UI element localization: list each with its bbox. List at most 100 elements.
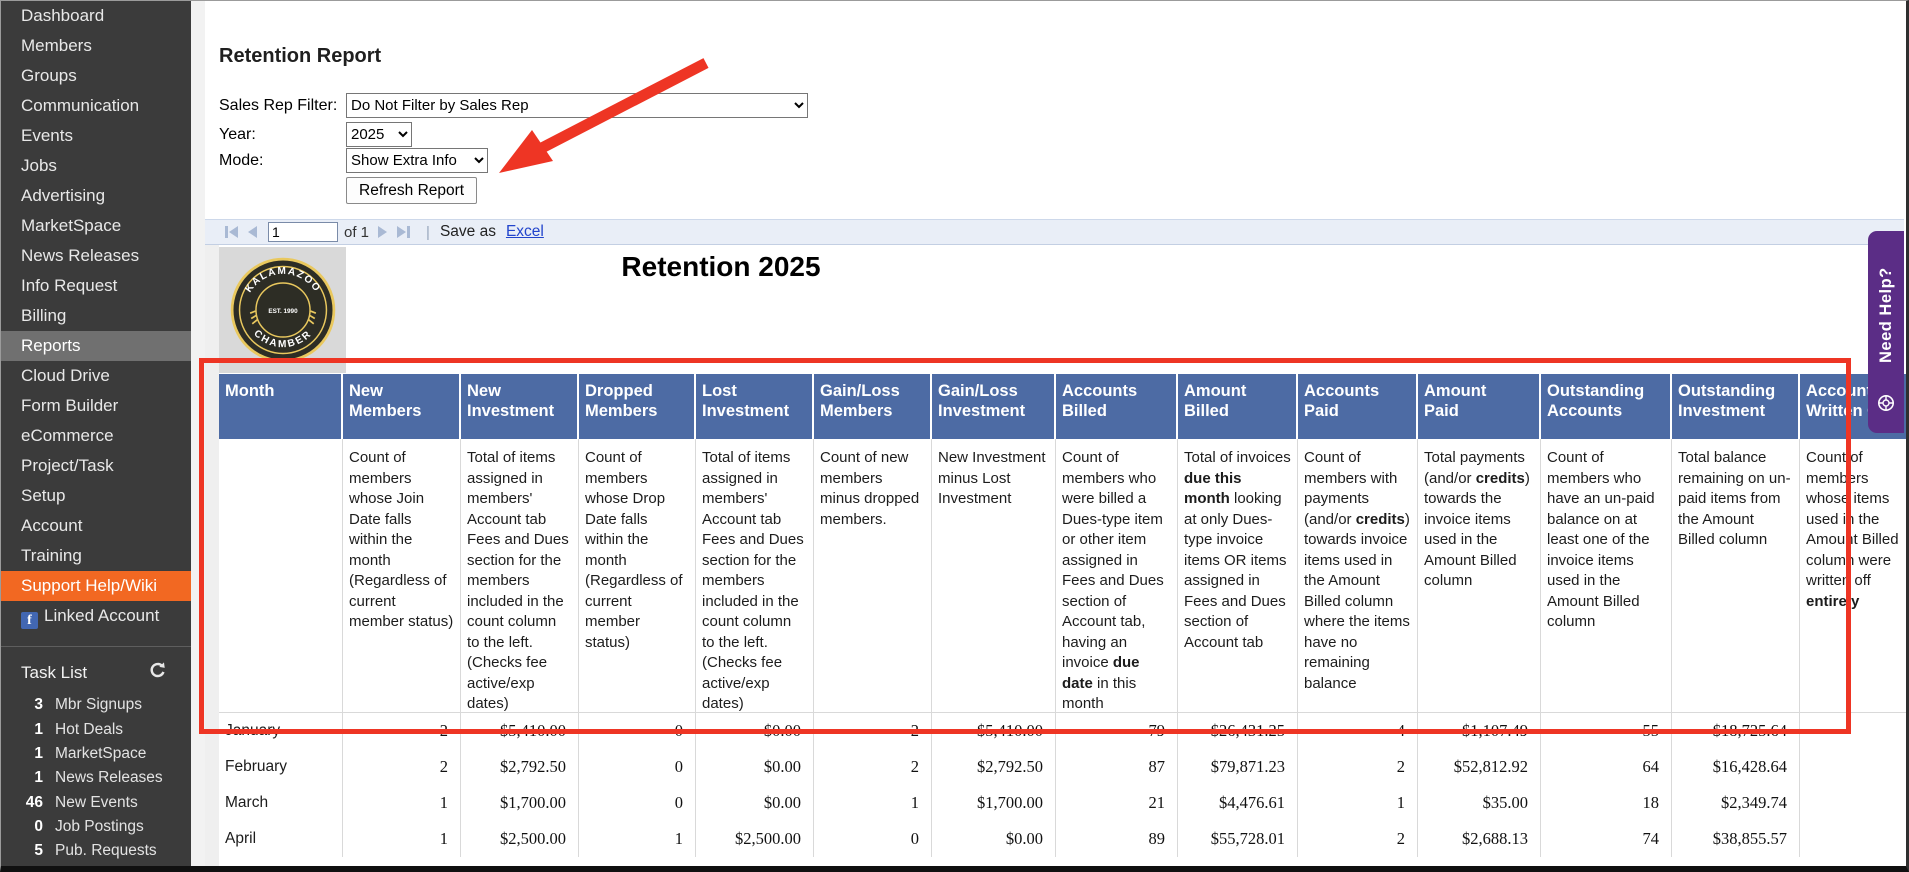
need-help-tab[interactable]: Need Help? (1868, 231, 1904, 433)
value-cell: $0.00 (696, 749, 814, 785)
value-cell: 2 (343, 713, 461, 749)
column-header-outstanding-investment: Outstanding Investment (1672, 374, 1800, 439)
value-cell: $5,410.00 (932, 713, 1056, 749)
sidebar-item-linked-account[interactable]: f Linked Account (1, 601, 191, 634)
value-cell: 2 (814, 749, 932, 785)
task-count: 0 (34, 818, 43, 836)
task-item-new-events[interactable]: 46 New Events (1, 791, 191, 815)
year-filter-select[interactable]: 2025 (346, 122, 412, 147)
prev-page-button[interactable] (248, 226, 257, 238)
help-buoy-icon (1876, 393, 1896, 418)
task-item-pub-requests[interactable]: 5 Pub. Requests (1, 839, 191, 863)
column-description-accounts-billed: Count of members who were billed a Dues-… (1056, 439, 1178, 713)
value-cell: $5,410.00 (461, 713, 579, 749)
toolbar-separator: | (426, 223, 430, 241)
value-cell: $4,476.61 (1178, 785, 1298, 821)
task-label: New Events (55, 793, 138, 811)
refresh-report-button[interactable]: Refresh Report (346, 177, 478, 204)
sidebar-item-form-builder[interactable]: Form Builder (1, 391, 191, 421)
sidebar-item-dashboard[interactable]: Dashboard (1, 1, 191, 31)
save-as-excel-link[interactable]: Excel (506, 223, 544, 241)
page-title: Retention Report (219, 45, 382, 67)
value-cell: $2,500.00 (461, 821, 579, 857)
next-page-button[interactable] (378, 226, 388, 238)
task-count: 46 (25, 793, 43, 811)
need-help-label: Need Help? (1876, 267, 1895, 363)
sidebar-item-news-releases[interactable]: News Releases (1, 241, 191, 271)
value-cell: $35.00 (1418, 785, 1541, 821)
value-cell (1800, 785, 1906, 821)
sales-rep-filter-select[interactable]: Do Not Filter by Sales Rep (346, 93, 808, 118)
mode-filter-label: Mode: (219, 152, 264, 169)
sidebar-item-groups[interactable]: Groups (1, 61, 191, 91)
value-cell: $26,431.25 (1178, 713, 1298, 749)
sidebar-item-billing[interactable]: Billing (1, 301, 191, 331)
value-cell: 1 (814, 785, 932, 821)
month-cell: February (219, 749, 343, 785)
sidebar-item-project-task[interactable]: Project/Task (1, 451, 191, 481)
page-number-input[interactable] (268, 222, 338, 242)
table-header-row: Month New Members New Investment Dropped Me… (219, 374, 1906, 439)
sidebar-item-reports[interactable]: Reports (1, 331, 191, 361)
task-label: Mbr Signups (55, 696, 143, 714)
column-description-accounts-written-off: Count of members whose items used in the… (1800, 439, 1906, 713)
column-description-month (219, 439, 343, 713)
column-header-amount-paid: Amount Paid (1418, 374, 1541, 439)
column-header-new-members: New Members (343, 374, 461, 439)
svg-text:EST. 1990: EST. 1990 (268, 308, 298, 315)
column-description-new-members: Count of members whose Join Date falls w… (343, 439, 461, 713)
value-cell: 1 (343, 821, 461, 857)
sidebar-item-account[interactable]: Account (1, 511, 191, 541)
sidebar-item-marketspace[interactable]: MarketSpace (1, 211, 191, 241)
column-header-outstanding-accounts: Outstanding Accounts (1541, 374, 1672, 439)
value-cell: $38,855.57 (1672, 821, 1800, 857)
task-item-hot-deals[interactable]: 1 Hot Deals (1, 717, 191, 741)
value-cell: $55,728.01 (1178, 821, 1298, 857)
value-cell: 0 (579, 785, 696, 821)
table-row-january: January 2 $5,410.00 0 $0.00 2 $5,410.00 79 $26,4… (219, 713, 1906, 749)
task-label: Hot Deals (55, 720, 124, 738)
value-cell: $1,700.00 (932, 785, 1056, 821)
first-page-button[interactable] (224, 226, 238, 238)
column-description-dropped-members: Count of members whose Drop Date falls w… (579, 439, 696, 713)
report-logo-box: KALAMAZOO CHAMBER EST. 1990 (219, 247, 346, 373)
page-count-label: of 1 (344, 223, 370, 241)
sidebar-item-ecommerce[interactable]: eCommerce (1, 421, 191, 451)
task-label: Job Postings (55, 818, 144, 836)
sidebar-item-jobs[interactable]: Jobs (1, 151, 191, 181)
sidebar-item-communication[interactable]: Communication (1, 91, 191, 121)
refresh-icon[interactable] (148, 661, 167, 685)
app-window: Dashboard Members Groups Communication Event… (0, 0, 1909, 872)
task-item-mbr-signups[interactable]: 3 Mbr Signups (1, 693, 191, 717)
table-row-february: February 2 $2,792.50 0 $0.00 2 $2,792.50 87 $79,… (219, 749, 1906, 785)
task-item-marketspace[interactable]: 1 MarketSpace (1, 742, 191, 766)
task-item-news-releases[interactable]: 1 News Releases (1, 766, 191, 790)
facebook-icon: f (21, 612, 38, 629)
sidebar-item-support-help-wiki[interactable]: Support Help/Wiki (1, 571, 191, 601)
sidebar-item-setup[interactable]: Setup (1, 481, 191, 511)
value-cell: $2,792.50 (461, 749, 579, 785)
sidebar-item-cloud-drive[interactable]: Cloud Drive (1, 361, 191, 391)
column-header-lost-investment: Lost Investment (696, 374, 814, 439)
table-description-row: Count of members whose Join Date falls w… (219, 439, 1906, 713)
report-page-margin (205, 243, 219, 866)
column-header-gain-loss-investment: Gain/Loss Investment (932, 374, 1056, 439)
sidebar-nav: Dashboard Members Groups Communication Event… (1, 1, 191, 634)
column-header-month: Month (219, 374, 343, 439)
content-gutter (191, 1, 205, 866)
column-description-outstanding-investment: Total balance remaining on un-paid items… (1672, 439, 1800, 713)
sidebar: Dashboard Members Groups Communication Event… (1, 1, 191, 866)
sidebar-item-members[interactable]: Members (1, 31, 191, 61)
sidebar-item-info-request[interactable]: Info Request (1, 271, 191, 301)
task-label: MarketSpace (55, 744, 147, 762)
value-cell: $1,700.00 (461, 785, 579, 821)
sidebar-item-events[interactable]: Events (1, 121, 191, 151)
sidebar-item-advertising[interactable]: Advertising (1, 181, 191, 211)
task-item-job-postings[interactable]: 0 Job Postings (1, 815, 191, 839)
column-header-gain-loss-members: Gain/Loss Members (814, 374, 932, 439)
month-cell: April (219, 821, 343, 857)
sidebar-item-training[interactable]: Training (1, 541, 191, 571)
mode-filter-select[interactable]: Show Extra Info (346, 148, 488, 173)
value-cell: $16,428.64 (1672, 749, 1800, 785)
last-page-button[interactable] (397, 226, 411, 238)
